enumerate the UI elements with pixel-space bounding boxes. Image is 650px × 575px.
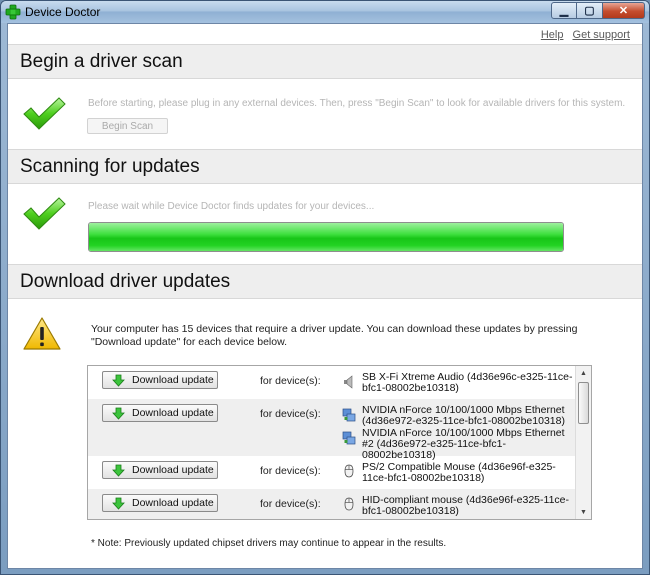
for-devices-label: for device(s): — [260, 498, 321, 510]
download-update-label: Download update — [132, 497, 214, 509]
device-name: NVIDIA nForce 10/100/1000 Mbps Ethernet … — [362, 404, 565, 427]
help-link[interactable]: Help — [541, 29, 564, 41]
download-arrow-icon — [112, 374, 125, 387]
network-icon — [342, 408, 356, 422]
device-name: PS/2 Compatible Mouse (4d36e96f-e325-11c… — [362, 461, 556, 484]
list-item: Download update for device(s): HID-compl… — [88, 489, 576, 519]
main-panel: Help Get support Begin a driver scan Bef… — [7, 23, 643, 569]
download-arrow-icon — [112, 464, 125, 477]
mouse-icon — [344, 464, 354, 478]
download-update-button[interactable]: Download update — [102, 494, 218, 512]
scanning-description: Please wait while Device Doctor finds up… — [88, 201, 375, 212]
for-devices-label: for device(s): — [260, 375, 321, 387]
download-update-button[interactable]: Download update — [102, 404, 218, 422]
list-scrollbar[interactable]: ▲ ▼ — [575, 366, 591, 519]
scan-section-title: Begin a driver scan — [20, 51, 183, 72]
scroll-thumb[interactable] — [578, 382, 589, 424]
maximize-icon: ▢ — [584, 5, 595, 17]
list-item: Download update for device(s): PS/2 Comp… — [88, 456, 576, 489]
download-arrow-icon — [112, 497, 125, 510]
download-update-button[interactable]: Download update — [102, 461, 218, 479]
begin-scan-button[interactable]: Begin Scan — [87, 118, 168, 134]
device-name: HID-compliant mouse (4d36e96f-e325-11ce-… — [362, 494, 569, 517]
caption-buttons: ▁ ▢ ✕ — [551, 2, 645, 20]
scan-progress-bar — [88, 222, 564, 252]
title-bar[interactable]: Device Doctor ▁ ▢ ✕ — [1, 1, 649, 23]
download-update-button[interactable]: Download update — [102, 371, 218, 389]
for-devices-label: for device(s): — [260, 408, 321, 420]
download-section-header: Download driver updates — [8, 264, 642, 299]
top-links: Help Get support — [535, 29, 630, 41]
scanning-section-title: Scanning for updates — [20, 156, 200, 177]
close-button[interactable]: ✕ — [603, 2, 645, 19]
speaker-icon — [344, 375, 353, 389]
scan-section-header: Begin a driver scan — [8, 44, 642, 79]
green-cross-icon — [5, 4, 21, 20]
close-icon: ✕ — [618, 5, 629, 17]
maximize-button[interactable]: ▢ — [577, 2, 603, 19]
scroll-down-icon[interactable]: ▼ — [576, 505, 591, 519]
scan-progress-fill — [89, 223, 563, 251]
list-item: Download update for device(s): SB X-Fi X… — [88, 366, 576, 399]
list-item: Download update for device(s): NVIDIA nF… — [88, 399, 576, 461]
chipset-note: * Note: Previously updated chipset drive… — [91, 538, 447, 549]
download-arrow-icon — [112, 407, 125, 420]
scroll-up-icon[interactable]: ▲ — [576, 366, 591, 380]
minimize-icon: ▁ — [559, 5, 569, 17]
app-window: Device Doctor ▁ ▢ ✕ Help Get support Beg… — [0, 0, 650, 575]
download-section-title: Download driver updates — [20, 271, 231, 292]
scanning-section-header: Scanning for updates — [8, 149, 642, 184]
mouse-icon — [344, 497, 354, 511]
download-update-label: Download update — [132, 407, 214, 419]
download-update-label: Download update — [132, 374, 214, 386]
checkmark-icon — [23, 97, 66, 130]
download-update-label: Download update — [132, 464, 214, 476]
download-message: Your computer has 15 devices that requir… — [91, 323, 578, 348]
warning-icon — [23, 317, 61, 350]
get-support-link[interactable]: Get support — [573, 29, 630, 41]
checkmark-icon — [23, 197, 66, 230]
driver-update-list[interactable]: Download update for device(s): SB X-Fi X… — [87, 365, 592, 520]
window-title: Device Doctor — [25, 5, 101, 19]
for-devices-label: for device(s): — [260, 465, 321, 477]
device-name: SB X-Fi Xtreme Audio (4d36e96c-e325-11ce… — [362, 371, 573, 394]
scan-description: Before starting, please plug in any exte… — [88, 98, 626, 109]
minimize-button[interactable]: ▁ — [551, 2, 577, 19]
network-icon — [342, 431, 356, 445]
